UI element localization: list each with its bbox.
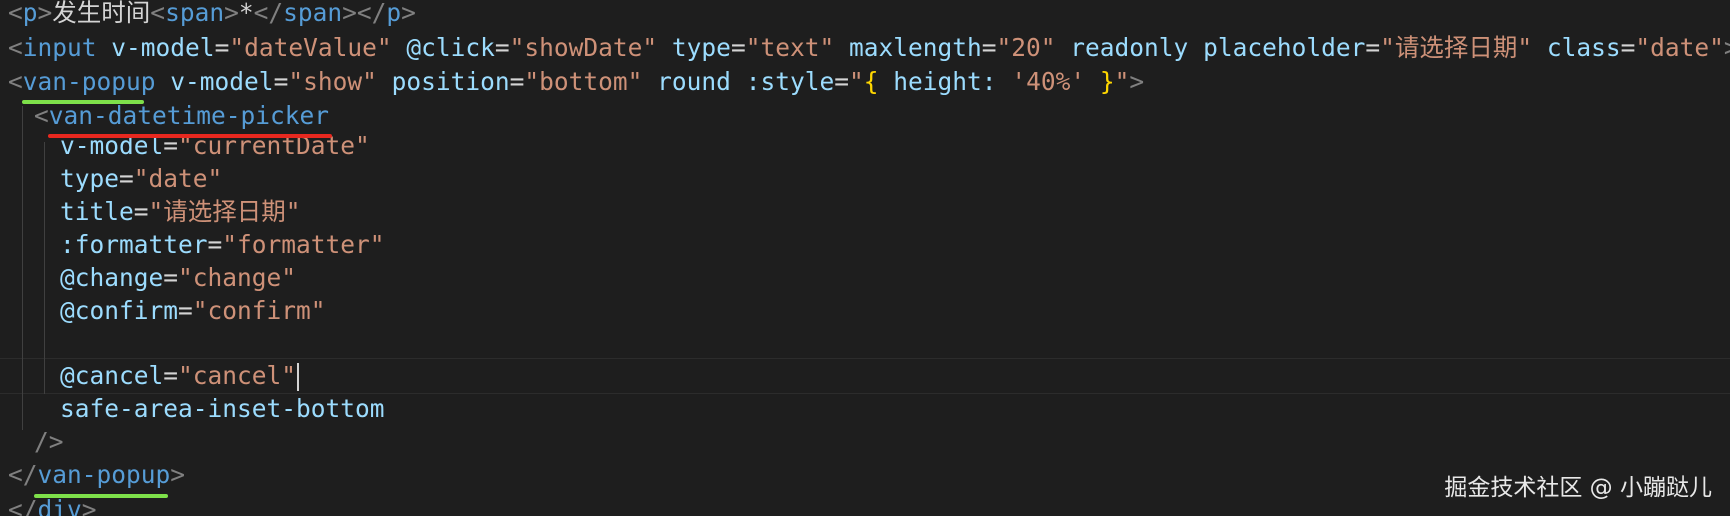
green-underline-close-popup [34, 494, 168, 498]
attr-name: type [671, 33, 731, 62]
code-line-2: <input v-model="dateValue" @click="showD… [8, 33, 1730, 62]
required-marker: * [238, 0, 254, 27]
attr-name: v-model [111, 33, 215, 62]
code-line-6: type="date" [60, 164, 223, 193]
attr-value: "dateValue" [229, 33, 392, 62]
code-editor[interactable]: <p>发生时间<span>*</span></p> <input v-model… [0, 0, 1730, 516]
code-line-13: /> [34, 427, 64, 456]
attr-value: "20" [996, 33, 1056, 62]
attr-name: @change [60, 263, 164, 292]
attr-value: "bottom" [524, 67, 643, 96]
indent-guide [22, 106, 23, 430]
attr-name: @click [406, 33, 495, 62]
watermark-text: 掘金技术社区 @ 小蹦跶儿 [1444, 475, 1712, 501]
attr-name: type [60, 164, 120, 193]
attr-value: "text" [745, 33, 835, 62]
attr-value: "showDate" [509, 33, 658, 62]
red-underline-datetime-picker [48, 134, 332, 138]
code-line-3: <van-popup v-model="show" position="bott… [8, 67, 1145, 96]
code-line-8: :formatter="formatter" [60, 230, 385, 259]
code-line-7: title="请选择日期" [60, 197, 301, 226]
code-line-9: @change="change" [60, 263, 297, 292]
text-cursor [297, 363, 300, 391]
attr-name: placeholder [1203, 33, 1366, 62]
code-line-1: <p>发生时间<span>*</span></p> [8, 0, 416, 27]
attr-value: "show" [288, 67, 377, 96]
attr-name: safe-area-inset-bottom [60, 394, 385, 423]
tag-name: van-popup [22, 67, 156, 96]
attr-name: v-model [170, 67, 274, 96]
attr-name: round [657, 67, 731, 96]
attr-name: readonly [1070, 33, 1189, 62]
code-line-10: @confirm="confirm" [60, 296, 326, 325]
attr-name: maxlength [848, 33, 982, 62]
attr-value: "formatter" [222, 230, 385, 259]
code-line-12: safe-area-inset-bottom [60, 391, 385, 427]
attr-name: class [1546, 33, 1621, 62]
style-value: '40%' [1011, 67, 1086, 96]
paragraph-text: 发生时间 [52, 0, 151, 27]
attr-name: @cancel [60, 361, 164, 390]
attr-value: "confirm" [192, 296, 326, 325]
attr-value: "请选择日期" [1380, 33, 1533, 62]
attr-value: "请选择日期" [148, 197, 301, 226]
green-underline-open-popup [22, 100, 144, 104]
tag-name: input [22, 33, 97, 62]
tag-name: van-datetime-picker [48, 101, 330, 130]
attr-value: "cancel" [178, 361, 297, 390]
indent-guide [44, 142, 45, 394]
attr-name: position [391, 67, 510, 96]
code-line-14: </van-popup> [8, 460, 186, 489]
attr-name: :formatter [60, 230, 208, 259]
style-property: height: [893, 67, 997, 96]
attr-name: title [60, 197, 134, 226]
attr-name: @confirm [60, 296, 179, 325]
attr-value: "date" [133, 164, 223, 193]
attr-value: "date" [1635, 33, 1724, 62]
code-line-11: @cancel="cancel" [60, 358, 300, 394]
tag-name: van-popup [37, 460, 171, 489]
attr-name: :style [745, 67, 835, 96]
attr-value: "change" [178, 263, 297, 292]
